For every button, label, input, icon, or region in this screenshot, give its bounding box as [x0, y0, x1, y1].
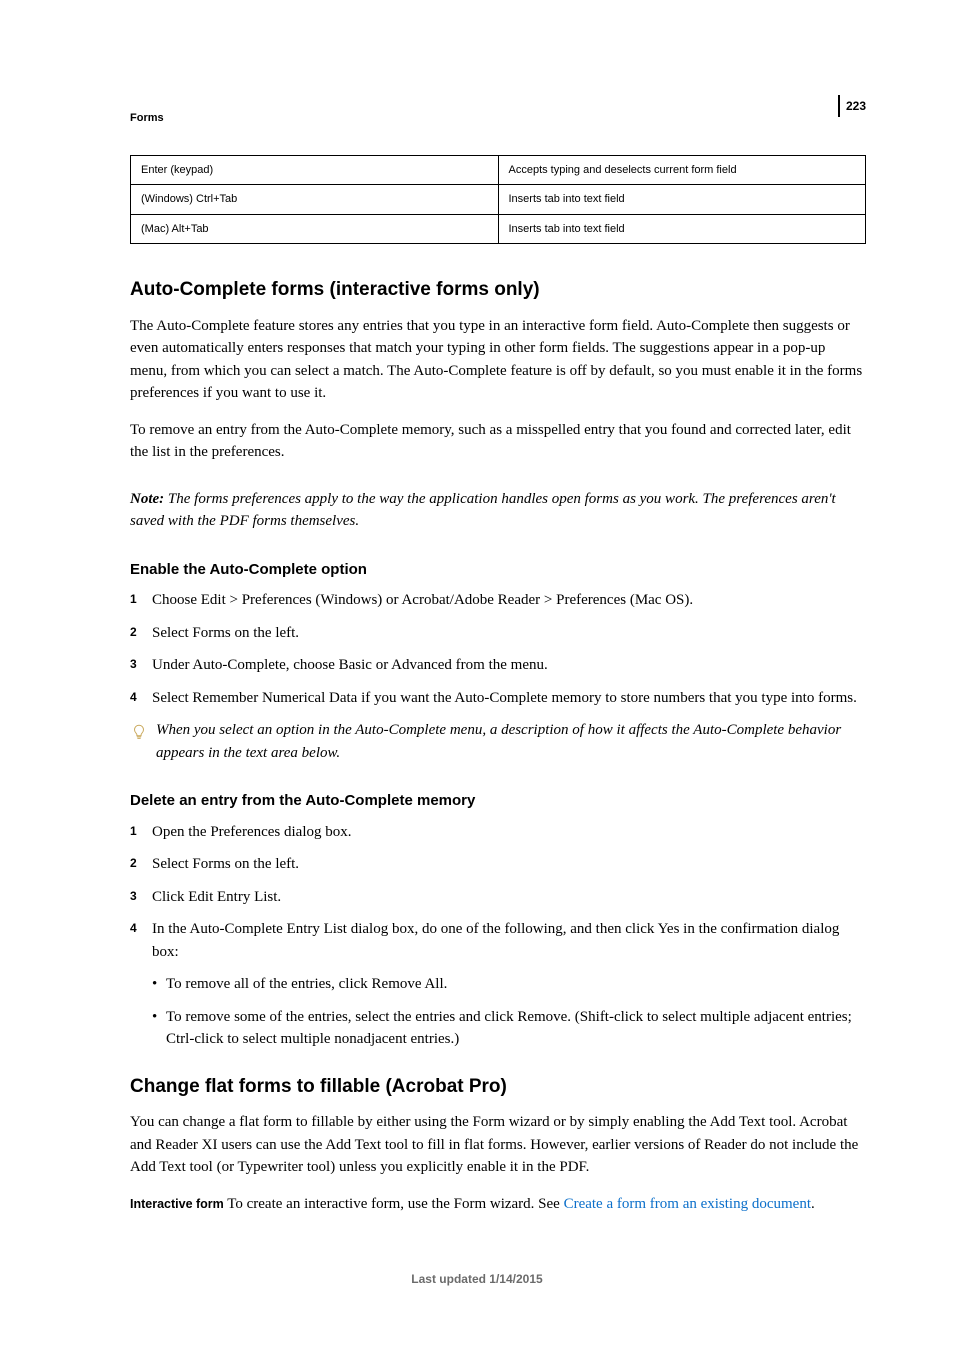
paragraph-text: To create an interactive form, use the F… — [224, 1196, 564, 1212]
tip-text: When you select an option in the Auto-Co… — [156, 719, 866, 764]
tip: When you select an option in the Auto-Co… — [130, 719, 866, 764]
heading-change-flat-forms: Change flat forms to fillable (Acrobat P… — [130, 1073, 866, 1102]
table-cell-val: Accepts typing and deselects current for… — [498, 155, 866, 185]
table-row: (Mac) Alt+Tab Inserts tab into text fiel… — [131, 214, 866, 244]
list-item: To remove all of the entries, click Remo… — [152, 973, 866, 996]
steps-list-enable: Choose Edit > Preferences (Windows) or A… — [130, 589, 866, 709]
link-create-form[interactable]: Create a form from an existing document — [564, 1196, 811, 1212]
steps-list-delete: Open the Preferences dialog box. Select … — [130, 821, 866, 1051]
table-cell-key: Enter (keypad) — [131, 155, 499, 185]
paragraph: To remove an entry from the Auto-Complet… — [130, 419, 866, 464]
term-label: Interactive form — [130, 1197, 224, 1211]
list-item-text: In the Auto-Complete Entry List dialog b… — [152, 921, 839, 960]
list-item: In the Auto-Complete Entry List dialog b… — [130, 918, 866, 1051]
list-item: Select Forms on the left. — [130, 622, 866, 645]
heading-enable-autocomplete: Enable the Auto-Complete option — [130, 559, 866, 582]
heading-delete-entry: Delete an entry from the Auto-Complete m… — [130, 790, 866, 813]
paragraph: You can change a flat form to fillable b… — [130, 1111, 866, 1179]
note-label: Note: — [130, 491, 164, 507]
paragraph: Interactive form To create an interactiv… — [130, 1193, 866, 1216]
list-item: Click Edit Entry List. — [130, 886, 866, 909]
sub-bullet-list: To remove all of the entries, click Remo… — [152, 973, 866, 1051]
list-item: Open the Preferences dialog box. — [130, 821, 866, 844]
list-item: Select Forms on the left. — [130, 853, 866, 876]
table-cell-key: (Mac) Alt+Tab — [131, 214, 499, 244]
footer-last-updated: Last updated 1/14/2015 — [0, 1270, 954, 1288]
page-number: 223 — [838, 95, 866, 117]
keyboard-shortcut-table: Enter (keypad) Accepts typing and desele… — [130, 155, 866, 245]
heading-autocomplete: Auto-Complete forms (interactive forms o… — [130, 276, 866, 305]
section-label: Forms — [130, 110, 866, 127]
table-row: (Windows) Ctrl+Tab Inserts tab into text… — [131, 185, 866, 215]
paragraph: The Auto-Complete feature stores any ent… — [130, 315, 866, 405]
table-row: Enter (keypad) Accepts typing and desele… — [131, 155, 866, 185]
note: Note: The forms preferences apply to the… — [130, 488, 866, 533]
list-item: Select Remember Numerical Data if you wa… — [130, 687, 866, 710]
table-cell-val: Inserts tab into text field — [498, 185, 866, 215]
list-item: Choose Edit > Preferences (Windows) or A… — [130, 589, 866, 612]
list-item: Under Auto-Complete, choose Basic or Adv… — [130, 654, 866, 677]
table-cell-val: Inserts tab into text field — [498, 214, 866, 244]
lightbulb-icon — [130, 721, 148, 751]
table-cell-key: (Windows) Ctrl+Tab — [131, 185, 499, 215]
note-text: The forms preferences apply to the way t… — [130, 491, 836, 530]
list-item: To remove some of the entries, select th… — [152, 1006, 866, 1051]
paragraph-text: . — [811, 1196, 815, 1212]
